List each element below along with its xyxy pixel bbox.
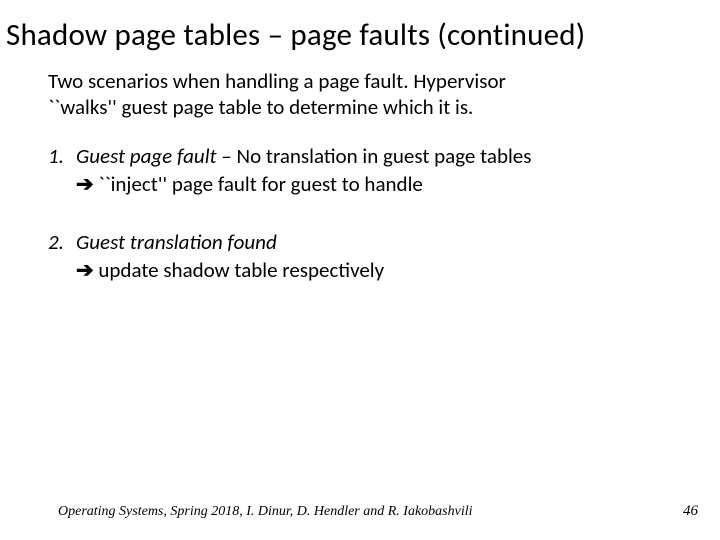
list-body: Guest page fault – No translation in gue… bbox=[76, 142, 531, 200]
cont-prefix: ``inject'' bbox=[94, 171, 172, 197]
list-body: Guest translation found ➔ update shadow … bbox=[76, 228, 384, 286]
list-item: 2. Guest translation found ➔ update shad… bbox=[48, 228, 672, 286]
cont-rest: update shadow table respectively bbox=[98, 257, 384, 283]
arrow-icon: ➔ bbox=[76, 173, 94, 196]
cont-rest: page fault for guest to handle bbox=[172, 171, 423, 197]
page-number: 46 bbox=[683, 503, 698, 520]
lead-term: Guest page fault bbox=[76, 143, 217, 169]
footer-credits: Operating Systems, Spring 2018, I. Dinur… bbox=[58, 504, 473, 520]
lead-term: Guest translation found bbox=[76, 229, 277, 255]
dash: – bbox=[217, 143, 237, 169]
scenario-list: 1. Guest page fault – No translation in … bbox=[0, 120, 720, 285]
list-number: 1. bbox=[48, 142, 76, 200]
rest-text: No translation in guest page tables bbox=[237, 143, 532, 169]
list-item: 1. Guest page fault – No translation in … bbox=[48, 142, 672, 200]
intro-text: Two scenarios when handling a page fault… bbox=[0, 68, 600, 121]
slide-title: Shadow page tables – page faults (contin… bbox=[0, 0, 720, 68]
arrow-icon: ➔ bbox=[76, 259, 94, 282]
list-number: 2. bbox=[48, 228, 76, 286]
slide: Shadow page tables – page faults (contin… bbox=[0, 0, 720, 540]
